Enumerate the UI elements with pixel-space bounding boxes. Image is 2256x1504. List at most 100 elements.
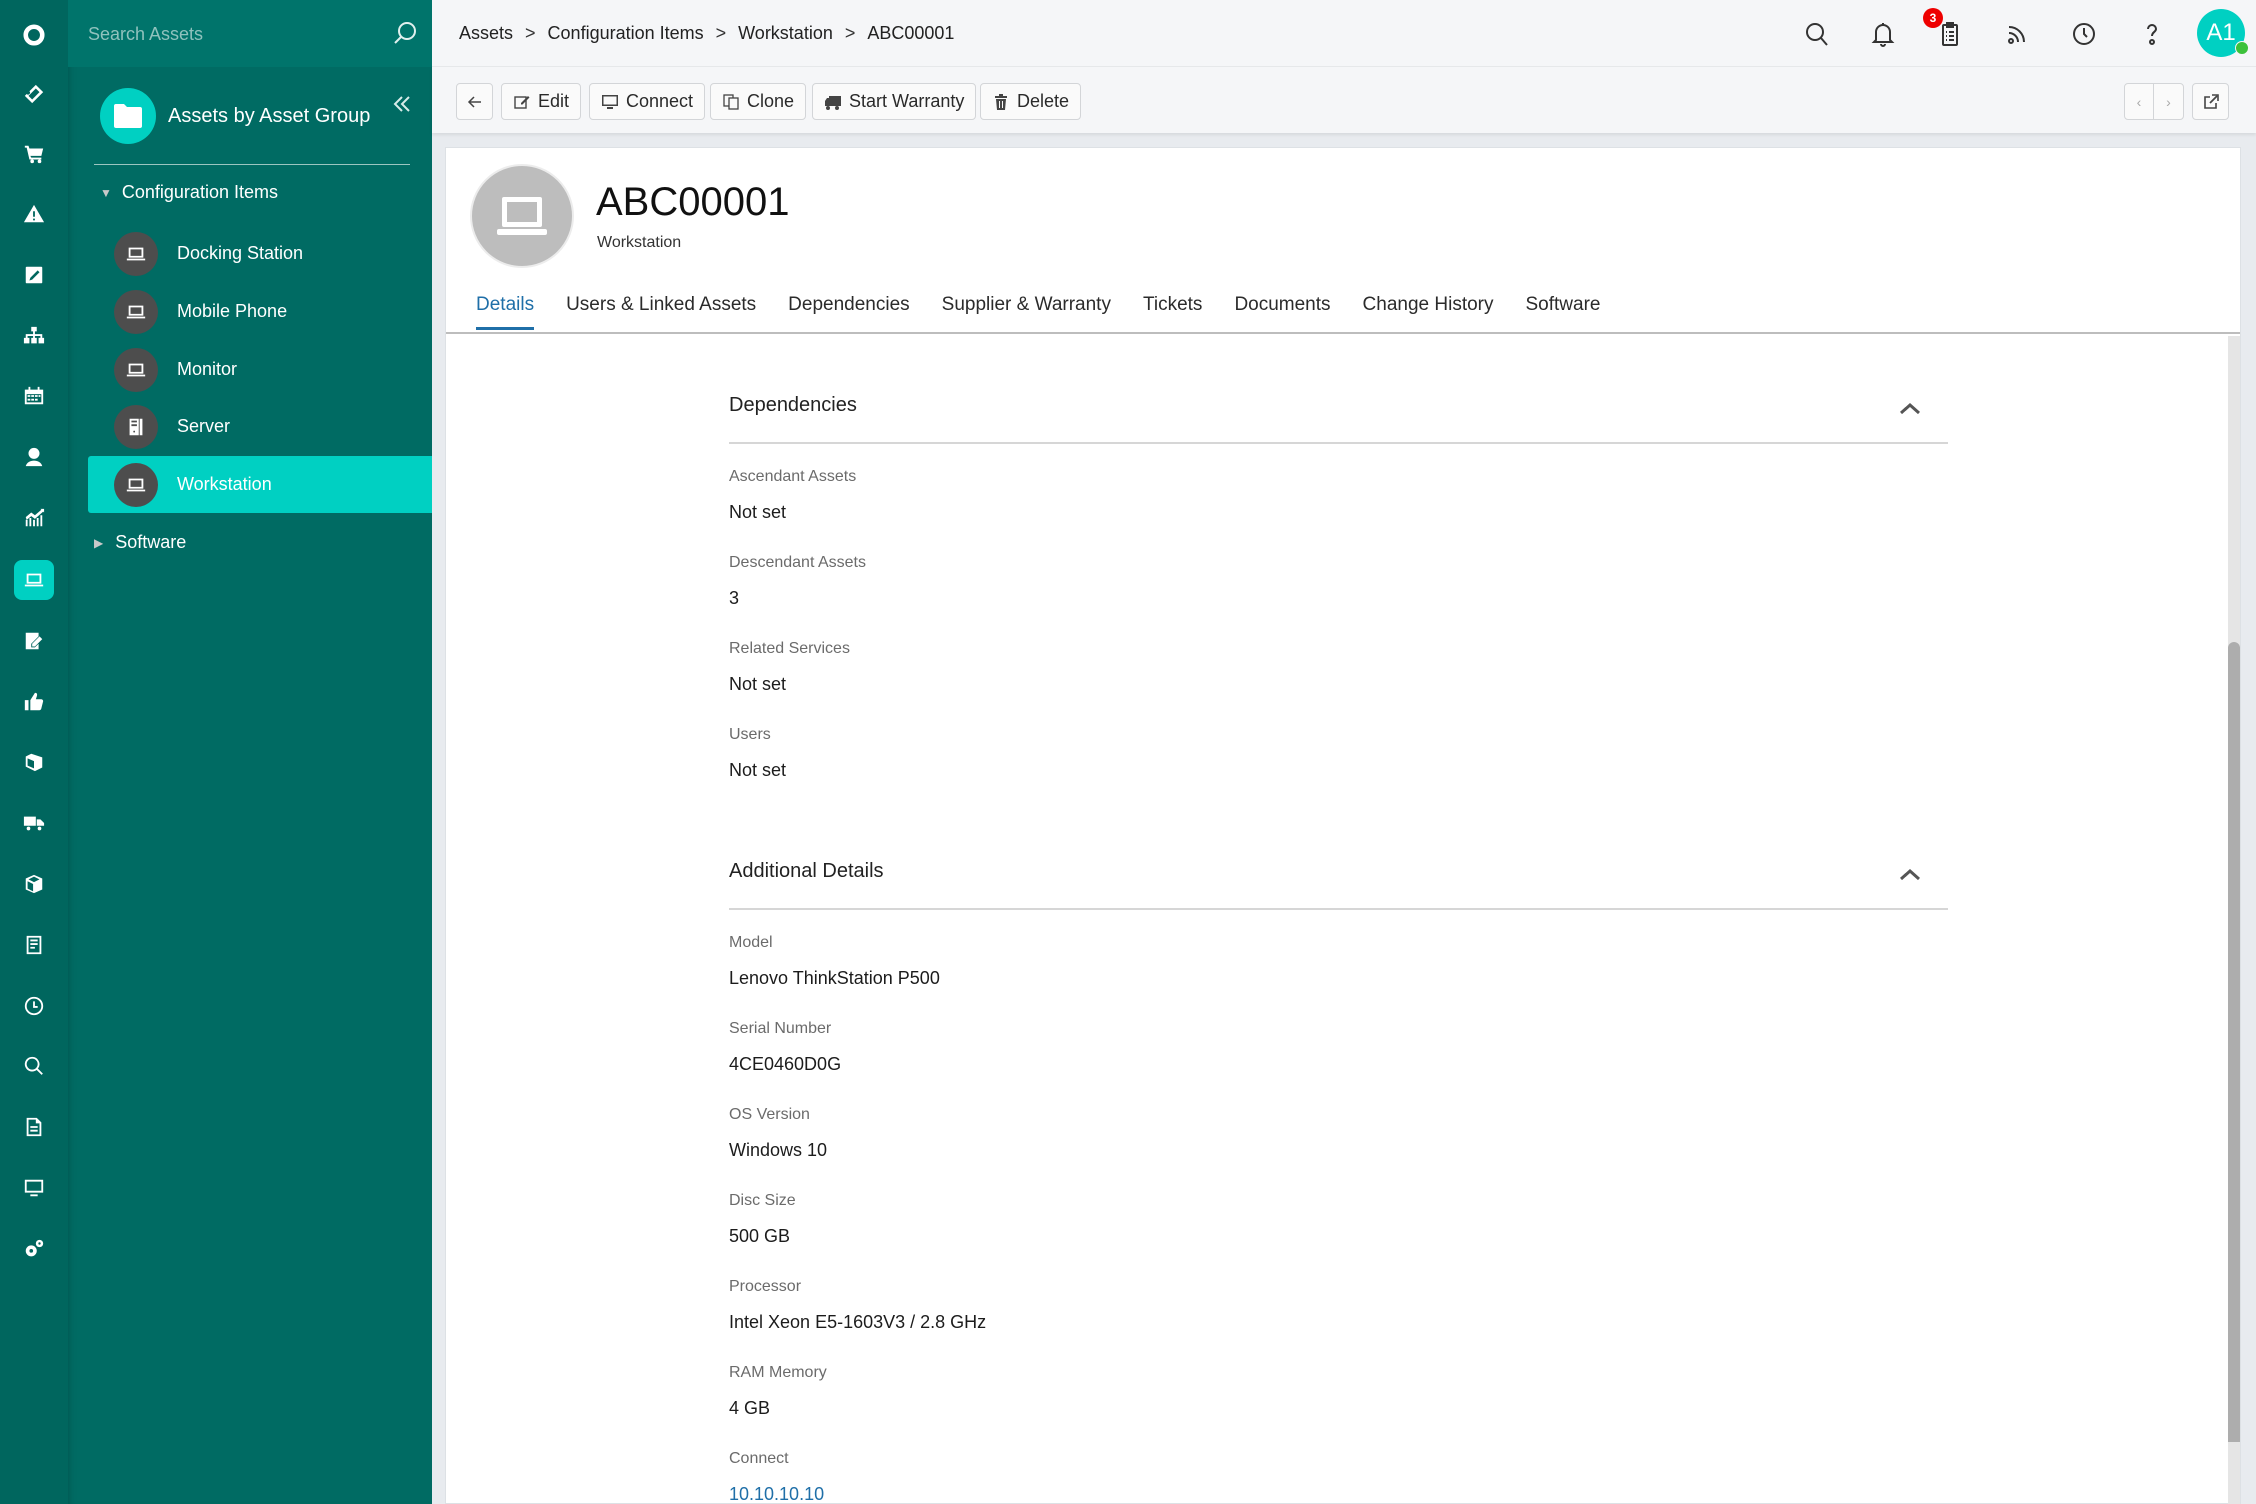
history-clock-icon[interactable]: [2070, 20, 2098, 48]
field-value: 4 GB: [729, 1398, 771, 1418]
tab-dependencies[interactable]: Dependencies: [788, 294, 909, 334]
tab-documents[interactable]: Documents: [1234, 294, 1330, 334]
server-icon: [114, 404, 158, 449]
breadcrumb-separator: >: [715, 23, 727, 43]
logo-icon[interactable]: [14, 15, 54, 55]
hierarchy-icon[interactable]: [14, 316, 54, 356]
tab-change-history[interactable]: Change History: [1363, 294, 1494, 334]
sidebar-divider: [94, 164, 410, 165]
tree-item-monitor[interactable]: Monitor: [88, 341, 432, 398]
breadcrumb-assets[interactable]: Assets: [459, 23, 513, 44]
breadcrumb-separator: >: [525, 23, 536, 43]
field-label: Ascendant Assets: [729, 468, 857, 485]
field-value: Lenovo ThinkStation P500: [729, 968, 940, 988]
thumbs-up-icon[interactable]: [14, 682, 54, 722]
tree-item-workstation[interactable]: Workstation: [88, 456, 432, 513]
tab-supplier-warranty[interactable]: Supplier & Warranty: [942, 294, 1111, 334]
clone-button[interactable]: Clone: [710, 83, 807, 120]
help-icon[interactable]: [2138, 20, 2166, 48]
laptop-icon: [497, 197, 547, 235]
tree-node-label: Configuration Items: [121, 182, 278, 202]
delete-button[interactable]: Delete: [980, 83, 1082, 120]
tree-item-label: Mobile Phone: [177, 301, 288, 321]
edit-button[interactable]: Edit: [501, 83, 582, 120]
clone-icon: [723, 93, 739, 110]
edit-icon: [514, 95, 530, 109]
user-idea-icon[interactable]: [14, 437, 54, 477]
tree-node-software[interactable]: ▶ Software: [94, 532, 186, 553]
tab-software[interactable]: Software: [1526, 294, 1601, 334]
field-label: OS Version: [729, 1106, 810, 1123]
dependencies-section-header[interactable]: Dependencies: [729, 394, 1948, 444]
global-search-icon[interactable]: [1803, 20, 1831, 48]
books-icon[interactable]: [14, 742, 54, 782]
tree-item-label: Monitor: [177, 359, 238, 379]
field-os-version: OS Version Windows 10: [729, 1106, 1948, 1168]
connect-ip-link[interactable]: 10.10.10.10: [729, 1484, 824, 1504]
bell-icon[interactable]: [1869, 20, 1897, 48]
breadcrumb: Assets > Configuration Items > Workstati…: [459, 23, 954, 44]
section-title: Dependencies: [729, 394, 857, 416]
edit-icon[interactable]: [14, 255, 54, 295]
file-icon[interactable]: [14, 1107, 54, 1147]
settings-icon[interactable]: [14, 1229, 54, 1269]
scrollbar-thumb[interactable]: [2228, 642, 2240, 1442]
chevron-up-icon[interactable]: [1898, 866, 1922, 882]
collapsed-triangle-icon: ▶: [94, 535, 104, 550]
note-edit-icon[interactable]: [14, 621, 54, 661]
previous-record-button[interactable]: ‹: [2125, 84, 2154, 119]
external-link-icon: [2203, 93, 2219, 109]
open-in-new-window-button[interactable]: [2192, 83, 2229, 120]
search-icon[interactable]: [14, 1046, 54, 1086]
clock-icon[interactable]: [14, 986, 54, 1026]
truck-icon[interactable]: [14, 803, 54, 843]
field-ram-memory: RAM Memory 4 GB: [729, 1364, 1948, 1426]
field-value: Intel Xeon E5-1603V3 / 2.8 GHz: [729, 1312, 987, 1332]
tab-users-linked-assets[interactable]: Users & Linked Assets: [566, 294, 756, 334]
tab-tickets[interactable]: Tickets: [1143, 294, 1202, 334]
back-button[interactable]: [456, 83, 493, 120]
search-assets-input[interactable]: [88, 18, 378, 50]
connect-button[interactable]: Connect: [589, 83, 706, 120]
breadcrumb-configuration-items[interactable]: Configuration Items: [548, 23, 704, 44]
detail-tabs: Details Users & Linked Assets Dependenci…: [476, 294, 1632, 334]
tab-details[interactable]: Details: [476, 294, 535, 334]
monitor-icon[interactable]: [14, 1168, 54, 1208]
tree-item-mobile-phone[interactable]: Mobile Phone: [88, 283, 432, 340]
additional-details-section-header[interactable]: Additional Details: [729, 860, 1948, 910]
field-value: Not set: [729, 502, 787, 522]
next-record-button[interactable]: ›: [2154, 84, 2183, 119]
field-related-services: Related Services Not set: [729, 640, 1948, 702]
notification-badge: 3: [1923, 8, 1943, 28]
icon-rail: [0, 0, 68, 1504]
rss-feed-icon[interactable]: [2003, 20, 2031, 48]
chevron-up-icon[interactable]: [1898, 400, 1922, 416]
monitor-icon: [602, 94, 618, 109]
collapse-sidebar-icon[interactable]: [390, 92, 414, 116]
box-icon[interactable]: [14, 864, 54, 904]
field-value: Not set: [729, 760, 787, 780]
cart-icon[interactable]: [14, 134, 54, 174]
tree-item-server[interactable]: Server: [88, 398, 432, 455]
truck-icon: [825, 95, 841, 110]
online-status-dot: [2235, 41, 2249, 55]
field-disc-size: Disc Size 500 GB: [729, 1192, 1948, 1254]
laptop-icon[interactable]: [14, 560, 54, 600]
edit-label: Edit: [538, 91, 570, 111]
document-list-icon[interactable]: [14, 925, 54, 965]
calendar-icon[interactable]: [14, 376, 54, 416]
chart-icon[interactable]: [14, 498, 54, 538]
tree-item-label: Server: [177, 416, 231, 436]
start-warranty-button[interactable]: Start Warranty: [812, 83, 977, 120]
search-icon[interactable]: [392, 20, 418, 46]
ticket-icon[interactable]: [14, 74, 54, 114]
warning-icon[interactable]: [14, 194, 54, 234]
expanded-triangle-icon: ▼: [100, 185, 112, 200]
asset-subtitle: Workstation: [597, 234, 682, 251]
breadcrumb-workstation[interactable]: Workstation: [738, 23, 833, 44]
tree-node-configuration-items[interactable]: ▼ Configuration Items: [100, 182, 278, 203]
tree-item-label: Workstation: [177, 474, 272, 494]
tabs-divider: [446, 332, 2240, 334]
tree-item-docking-station[interactable]: Docking Station: [88, 225, 432, 282]
user-avatar[interactable]: A1: [2197, 9, 2249, 57]
